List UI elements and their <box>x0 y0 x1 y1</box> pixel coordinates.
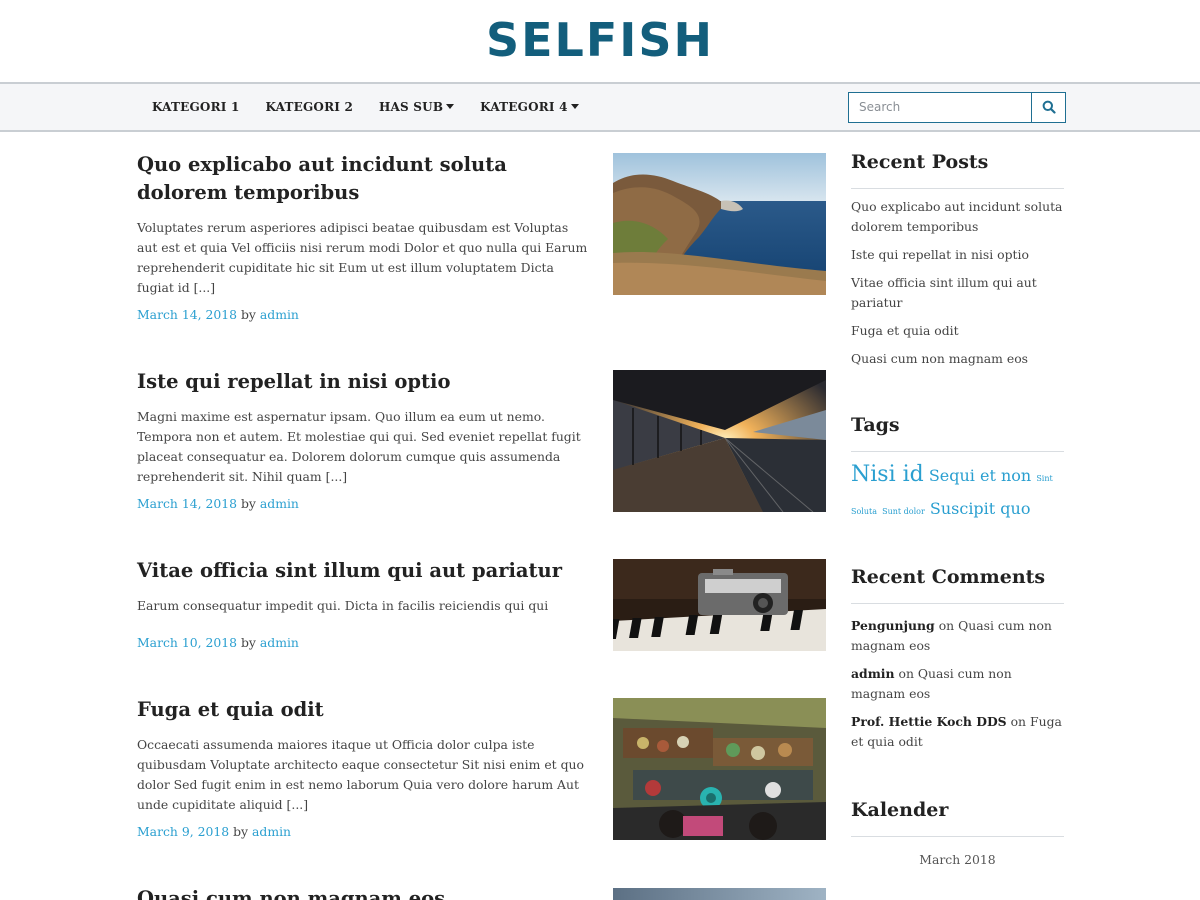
search-form <box>848 91 1066 123</box>
caret-down-icon <box>446 103 455 109</box>
post-excerpt: Magni maxime est aspernatur ipsam. Quo i… <box>137 409 581 484</box>
nav-item-has-sub[interactable]: HAS SUB <box>379 100 455 114</box>
post-thumbnail[interactable] <box>613 559 826 651</box>
comment-on: on <box>1010 714 1027 729</box>
post-date[interactable]: March 9, 2018 <box>137 824 229 839</box>
calendar-widget: Kalender March 2018 <box>851 795 1064 867</box>
comment-author[interactable]: admin <box>851 666 895 681</box>
tag-link[interactable]: Suscipit quo <box>930 499 1031 518</box>
sky-image <box>613 888 826 900</box>
recent-post-link[interactable]: Iste qui repellat in nisi optio <box>851 245 1064 265</box>
recent-comment: admin on Quasi cum non magnam eos <box>851 664 1064 704</box>
widget-title: Tags <box>851 410 1064 452</box>
post-title[interactable]: Vitae officia sint illum qui aut pariatu… <box>137 557 592 585</box>
comment-on: on <box>898 666 914 681</box>
coastal-cliff-image <box>613 153 826 295</box>
post-meta: March 14, 2018 by admin <box>137 496 299 511</box>
post-excerpt: Occaecati assumenda maiores itaque ut Of… <box>137 737 584 812</box>
nav-item-kategori-2[interactable]: KATEGORI 2 <box>266 100 354 114</box>
recent-posts-widget: Recent Posts Quo explicabo aut incidunt … <box>851 147 1064 377</box>
camera-piano-image <box>613 559 826 651</box>
post-thumbnail[interactable] <box>613 370 826 512</box>
tag-link[interactable]: Sint <box>1036 474 1052 483</box>
post-author[interactable]: admin <box>260 635 299 650</box>
post-thumbnail[interactable] <box>613 698 826 840</box>
post-item: Quasi cum non magnam eos <box>137 885 827 900</box>
post-thumbnail[interactable] <box>613 153 826 295</box>
nav-menu: KATEGORI 1 KATEGORI 2 HAS SUB KATEGORI 4 <box>139 100 592 114</box>
post-title[interactable]: Iste qui repellat in nisi optio <box>137 368 592 396</box>
post-by: by <box>241 496 256 511</box>
tag-link[interactable]: Nisi id <box>851 462 924 487</box>
post-title[interactable]: Quo explicabo aut incidunt soluta dolore… <box>137 151 592 207</box>
post-date[interactable]: March 14, 2018 <box>137 307 237 322</box>
main-navbar: KATEGORI 1 KATEGORI 2 HAS SUB KATEGORI 4 <box>0 84 1200 132</box>
floating-market-image <box>613 698 826 840</box>
post-title[interactable]: Quasi cum non magnam eos <box>137 885 592 900</box>
comment-on: on <box>938 618 955 633</box>
widget-title: Recent Posts <box>851 147 1064 189</box>
widget-title: Recent Comments <box>851 562 1064 604</box>
widget-title: Kalender <box>851 795 1064 837</box>
nav-item-label: KATEGORI 1 <box>152 100 240 114</box>
recent-comments-widget: Recent Comments Pengunjung on Quasi cum … <box>851 562 1064 760</box>
post-author[interactable]: admin <box>260 307 299 322</box>
post-item: Quo explicabo aut incidunt soluta dolore… <box>137 151 827 322</box>
post-item: Vitae officia sint illum qui aut pariatu… <box>137 557 827 651</box>
recent-comment: Pengunjung on Quasi cum non magnam eos <box>851 616 1064 656</box>
calendar-caption: March 2018 <box>919 852 996 867</box>
search-button[interactable] <box>1031 91 1066 123</box>
post-item: Iste qui repellat in nisi optio Magni ma… <box>137 368 827 512</box>
nav-item-kategori-4[interactable]: KATEGORI 4 <box>480 100 579 114</box>
post-excerpt: Voluptates rerum asperiores adipisci bea… <box>137 220 588 295</box>
post-item: Fuga et quia odit Occaecati assumenda ma… <box>137 696 827 840</box>
recent-post-link[interactable]: Vitae officia sint illum qui aut pariatu… <box>851 273 1064 313</box>
post-author[interactable]: admin <box>252 824 291 839</box>
nav-item-label: KATEGORI 4 <box>480 100 568 114</box>
tags-widget: Tags Nisi id Sequi et non Sint Soluta Su… <box>851 410 1064 527</box>
nav-item-label: KATEGORI 2 <box>265 100 353 114</box>
post-thumbnail[interactable] <box>613 888 826 900</box>
caret-down-icon <box>570 103 579 109</box>
post-meta: March 10, 2018 by admin <box>137 635 299 650</box>
post-title[interactable]: Fuga et quia odit <box>137 696 592 724</box>
search-input[interactable] <box>848 91 1031 123</box>
post-by: by <box>241 635 256 650</box>
recent-comment: Prof. Hettie Koch DDS on Fuga et quia od… <box>851 712 1064 752</box>
tag-link[interactable]: Sunt dolor <box>882 507 925 516</box>
tag-link[interactable]: Sequi et non <box>929 466 1031 485</box>
tag-link[interactable]: Soluta <box>851 507 877 516</box>
post-meta: March 9, 2018 by admin <box>137 824 291 839</box>
recent-post-link[interactable]: Fuga et quia odit <box>851 321 1064 341</box>
recent-post-link[interactable]: Quasi cum non magnam eos <box>851 349 1064 369</box>
nav-item-label: HAS SUB <box>379 100 444 114</box>
site-header: SELFISH <box>0 0 1200 84</box>
post-author[interactable]: admin <box>260 496 299 511</box>
post-by: by <box>241 307 256 322</box>
comment-author[interactable]: Prof. Hettie Koch DDS <box>851 714 1007 729</box>
comment-author[interactable]: Pengunjung <box>851 618 935 633</box>
post-meta: March 14, 2018 by admin <box>137 307 299 322</box>
nav-item-kategori-1[interactable]: KATEGORI 1 <box>152 100 240 114</box>
train-platform-image <box>613 370 826 512</box>
post-date[interactable]: March 14, 2018 <box>137 496 237 511</box>
post-date[interactable]: March 10, 2018 <box>137 635 237 650</box>
post-excerpt: Earum consequatur impedit qui. Dicta in … <box>137 598 549 613</box>
search-icon <box>1042 100 1056 114</box>
tag-cloud: Nisi id Sequi et non Sint Soluta Sunt do… <box>851 460 1064 527</box>
recent-post-link[interactable]: Quo explicabo aut incidunt soluta dolore… <box>851 197 1064 237</box>
post-by: by <box>233 824 249 839</box>
site-title[interactable]: SELFISH <box>486 17 714 63</box>
